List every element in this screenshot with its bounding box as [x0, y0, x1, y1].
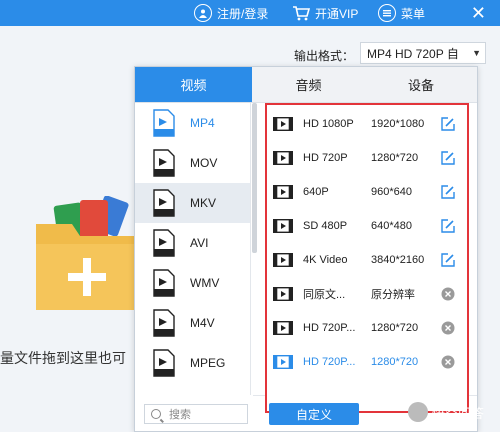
- menu-label: 菜单: [401, 6, 426, 21]
- preset-row[interactable]: HD 720P 1280*720: [267, 141, 467, 175]
- format-label: MKV: [190, 196, 217, 210]
- format-label: AVI: [190, 236, 209, 250]
- format-item-m4v[interactable]: M4V: [135, 303, 250, 343]
- preset-name: HD 1080P: [303, 118, 354, 130]
- register-login-button[interactable]: 注册/登录: [194, 0, 268, 26]
- mkv-file-icon: [153, 189, 175, 217]
- video-film-icon: [273, 287, 293, 301]
- format-tabs: 视频 音频 设备: [135, 67, 477, 103]
- format-sidebar: MP4 MOV MKV AVI WMV M4V MPEG: [135, 103, 251, 395]
- preset-row[interactable]: 640P 960*640: [267, 175, 467, 209]
- preset-row[interactable]: 4K Video 3840*2160: [267, 243, 467, 277]
- video-film-icon: [273, 355, 293, 369]
- video-film-icon: [273, 253, 293, 267]
- preset-row[interactable]: SD 480P 640*480: [267, 209, 467, 243]
- menu-icon: [378, 4, 396, 22]
- mov-file-icon: [153, 149, 175, 177]
- cart-icon: [292, 5, 310, 21]
- edit-icon[interactable]: [441, 151, 455, 165]
- edit-icon[interactable]: [441, 253, 455, 267]
- preset-list: HD 1080P 1920*1080 HD 720P 1280*720 640P…: [265, 103, 469, 413]
- preset-resolution: 3840*2160: [371, 254, 425, 266]
- format-item-mov[interactable]: MOV: [135, 143, 250, 183]
- video-film-icon: [273, 321, 293, 335]
- edit-icon[interactable]: [441, 219, 455, 233]
- video-film-icon: [273, 117, 293, 131]
- search-icon: [151, 409, 161, 419]
- video-film-icon: [273, 151, 293, 165]
- format-label: MOV: [190, 156, 218, 170]
- avi-file-icon: [153, 229, 175, 257]
- menu-button[interactable]: 菜单: [378, 0, 425, 26]
- output-format-label: 输出格式：: [294, 49, 355, 63]
- preset-resolution: 1920*1080: [371, 118, 425, 130]
- preset-resolution: 1280*720: [371, 152, 419, 164]
- watermark-text: 悟空问答: [432, 405, 485, 421]
- preset-resolution: 960*640: [371, 186, 412, 198]
- watermark: 悟空问答: [408, 402, 484, 422]
- custom-button[interactable]: 自定义: [269, 403, 359, 425]
- preset-name: HD 720P...: [303, 322, 356, 334]
- preset-name: HD 720P...: [303, 356, 356, 368]
- format-label: WMV: [190, 276, 220, 290]
- mpeg-file-icon: [153, 349, 175, 377]
- format-label: MP4: [190, 116, 215, 130]
- preset-resolution: 1280*720: [371, 322, 419, 334]
- output-format-select[interactable]: MP4 HD 720P 自 ▼: [360, 42, 486, 64]
- tab-device[interactable]: 设备: [365, 67, 477, 103]
- format-item-wmv[interactable]: WMV: [135, 263, 250, 303]
- preset-resolution: 原分辨率: [371, 289, 415, 301]
- edit-icon[interactable]: [441, 117, 455, 131]
- preset-name: SD 480P: [303, 220, 348, 232]
- open-vip-button[interactable]: 开通VIP: [292, 0, 358, 26]
- preset-name: HD 720P: [303, 152, 348, 164]
- preset-row[interactable]: 同原文... 原分辨率: [267, 277, 467, 311]
- sidebar-scrollbar[interactable]: [252, 103, 257, 253]
- user-icon: [194, 4, 212, 22]
- preset-row[interactable]: HD 1080P 1920*1080: [267, 107, 467, 141]
- m4v-file-icon: [153, 309, 175, 337]
- preset-name: 同原文...: [303, 289, 346, 301]
- search-placeholder: 搜索: [169, 409, 191, 421]
- format-item-mpeg[interactable]: MPEG: [135, 343, 250, 383]
- drag-hint-text: 量文件拖到这里也可: [0, 350, 126, 366]
- remove-icon[interactable]: [441, 355, 455, 369]
- preset-resolution: 1280*720: [371, 356, 419, 368]
- watermark-logo-icon: [408, 402, 428, 422]
- add-files-folder-icon[interactable]: [36, 195, 138, 310]
- wmv-file-icon: [153, 269, 175, 297]
- title-bar: 注册/登录 开通VIP 菜单 ✕: [0, 0, 500, 26]
- preset-resolution: 640*480: [371, 220, 412, 232]
- format-label: M4V: [190, 316, 215, 330]
- tab-audio[interactable]: 音频: [252, 67, 365, 103]
- preset-row[interactable]: HD 720P... 1280*720: [267, 311, 467, 345]
- format-search-input[interactable]: 搜索: [144, 404, 248, 424]
- format-popup: 视频 音频 设备 MP4 MOV MKV AVI WMV M4V MPEG 搜索…: [134, 66, 478, 432]
- open-vip-label: 开通VIP: [315, 6, 359, 21]
- video-film-icon: [273, 219, 293, 233]
- chevron-down-icon: ▼: [472, 48, 481, 58]
- format-label: MPEG: [190, 356, 226, 370]
- preset-row-selected[interactable]: HD 720P... 1280*720: [267, 345, 467, 379]
- tab-video[interactable]: 视频: [135, 67, 252, 103]
- video-film-icon: [273, 185, 293, 199]
- edit-icon[interactable]: [441, 185, 455, 199]
- preset-name: 640P: [303, 186, 329, 198]
- format-item-mkv[interactable]: MKV: [135, 183, 250, 223]
- format-item-avi[interactable]: AVI: [135, 223, 250, 263]
- remove-icon[interactable]: [441, 321, 455, 335]
- output-format-value: MP4 HD 720P 自: [367, 46, 459, 61]
- preset-name: 4K Video: [303, 254, 348, 266]
- remove-icon[interactable]: [441, 287, 455, 301]
- close-icon[interactable]: ✕: [471, 3, 486, 23]
- register-login-label: 注册/登录: [217, 6, 269, 21]
- mp4-file-icon: [153, 109, 175, 137]
- format-item-mp4[interactable]: MP4: [135, 103, 250, 143]
